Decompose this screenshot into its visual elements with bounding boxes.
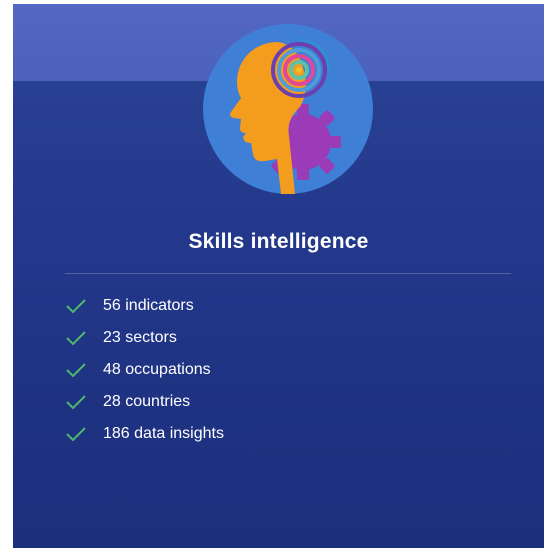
ai-head-target-gear-icon [203,24,373,194]
list-item: 28 countries [65,386,224,418]
list-item: 48 occupations [65,354,224,386]
skills-intelligence-card: Skills intelligence 56 indicators 23 sec… [13,4,544,548]
feature-list: 56 indicators 23 sectors 48 occupations … [65,290,224,450]
check-icon [66,363,86,378]
card-title: Skills intelligence [188,230,369,253]
feature-label: 23 sectors [103,329,177,346]
feature-label: 28 countries [103,393,191,410]
check-icon [66,331,86,346]
list-item: 186 data insights [65,418,224,450]
check-icon [66,395,86,410]
feature-label: 56 indicators [103,297,194,314]
list-item: 56 indicators [65,290,224,322]
title-divider [65,273,511,274]
feature-label: 48 occupations [103,361,211,378]
feature-label: 186 data insights [103,425,224,442]
check-icon [66,299,86,314]
list-item: 23 sectors [65,322,224,354]
check-icon [66,427,86,442]
